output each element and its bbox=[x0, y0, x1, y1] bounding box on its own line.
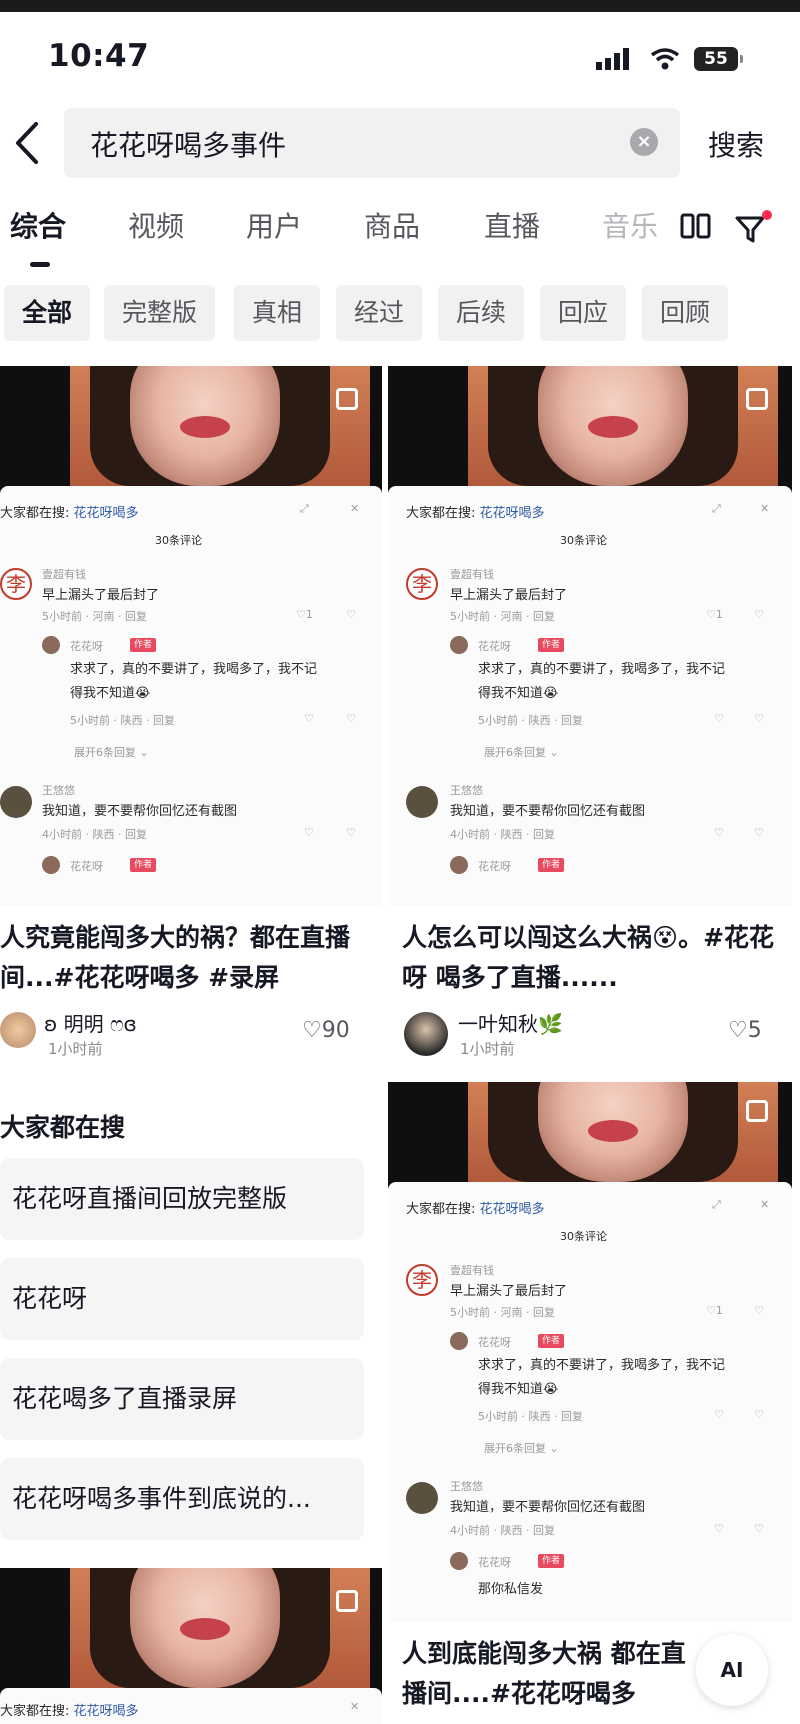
author-name[interactable]: 一叶知秋🌿 bbox=[458, 1008, 563, 1037]
filter-chips: 全部 完整版 真相 经过 后续 回应 回顾 bbox=[0, 285, 800, 341]
search-input[interactable]: 花花呀喝多事件 × bbox=[64, 108, 680, 178]
video-thumbnail: 大家都在搜: 花花呀喝多 ⤢ ✕ 30条评论 李 壹超有钱 早上漏头了最后封了 5… bbox=[0, 366, 382, 906]
video-thumbnail: 大家都在搜: 花花呀喝多 ✕ bbox=[0, 1568, 382, 1724]
suggestions-title: 大家都在搜 bbox=[0, 1113, 126, 1142]
chip-process[interactable]: 经过 bbox=[336, 285, 423, 341]
comment-screenshot: 大家都在搜: 花花呀喝多 ✕ bbox=[0, 1688, 382, 1724]
multi-image-icon bbox=[336, 388, 358, 410]
multi-image-icon bbox=[336, 1590, 358, 1612]
author-avatar[interactable] bbox=[404, 1012, 448, 1056]
ai-assistant-button[interactable]: AI bbox=[696, 1634, 768, 1706]
wifi-icon bbox=[650, 48, 680, 70]
video-thumbnail: 大家都在搜: 花花呀喝多 ⤢ ✕ 30条评论 李 壹超有钱 早上漏头了最后封了 5… bbox=[388, 1082, 792, 1622]
video-caption: 人究竟能闯多大的祸？都在直播间...#花花呀喝多 #录屏 bbox=[0, 923, 351, 992]
chip-full[interactable]: 完整版 bbox=[104, 285, 216, 341]
suggestion-item[interactable]: 花花呀直播间回放完整版 bbox=[0, 1158, 364, 1240]
suggestion-item[interactable]: 花花呀喝多事件到底说的... bbox=[0, 1458, 364, 1540]
video-thumbnail: 大家都在搜: 花花呀喝多 ⤢ ✕ 30条评论 李 壹超有钱 早上漏头了最后封了 5… bbox=[388, 366, 792, 906]
tab-live[interactable]: 直播 bbox=[484, 205, 540, 245]
like-count[interactable]: ♡5 bbox=[728, 1018, 762, 1043]
post-time: 1小时前 bbox=[460, 1040, 515, 1058]
video-card[interactable]: 大家都在搜: 花花呀喝多 ⤢ ✕ 30条评论 李 壹超有钱 早上漏头了最后封了 5… bbox=[388, 1082, 792, 1724]
multi-image-icon bbox=[746, 388, 768, 410]
like-count[interactable]: ♡90 bbox=[302, 1018, 350, 1043]
video-card[interactable]: 大家都在搜: 花花呀喝多 ⤢ ✕ 30条评论 李 壹超有钱 早上漏头了最后封了 5… bbox=[388, 366, 792, 1060]
tab-products[interactable]: 商品 bbox=[364, 205, 420, 245]
tab-music[interactable]: 音乐 bbox=[602, 205, 658, 245]
tab-underline bbox=[30, 262, 50, 267]
multi-image-icon bbox=[746, 1100, 768, 1122]
status-time: 10:47 bbox=[48, 38, 150, 74]
status-icons: 55 bbox=[596, 44, 743, 74]
suggestion-item[interactable]: 花花呀 bbox=[0, 1258, 364, 1340]
search-button[interactable]: 搜索 bbox=[708, 124, 764, 164]
video-card[interactable]: 大家都在搜: 花花呀喝多 ⤢ ✕ 30条评论 李 壹超有钱 早上漏头了最后封了 5… bbox=[0, 366, 382, 1060]
author-name[interactable]: ʚ 明明 ෆɞ bbox=[44, 1008, 137, 1037]
search-query: 花花呀喝多事件 bbox=[90, 129, 287, 162]
back-icon[interactable] bbox=[8, 118, 48, 168]
chip-response[interactable]: 回应 bbox=[540, 285, 627, 341]
layout-toggle-icon[interactable] bbox=[680, 212, 712, 242]
tab-all[interactable]: 综合 bbox=[10, 205, 66, 245]
tab-video[interactable]: 视频 bbox=[128, 205, 184, 245]
comment-screenshot: 大家都在搜: 花花呀喝多 ⤢ ✕ 30条评论 李 壹超有钱 早上漏头了最后封了 5… bbox=[0, 486, 382, 906]
video-caption: 人到底能闯多大祸 都在直播间....#花花呀喝多 bbox=[402, 1639, 686, 1708]
chip-followup[interactable]: 后续 bbox=[438, 285, 525, 341]
signal-icon bbox=[596, 48, 629, 70]
top-edge bbox=[0, 0, 800, 12]
battery-icon: 55 bbox=[694, 47, 743, 71]
chip-truth[interactable]: 真相 bbox=[234, 285, 321, 341]
video-caption: 人怎么可以闯这么大祸😵。#花花呀 喝多了直播...... bbox=[402, 923, 775, 992]
author-avatar[interactable] bbox=[0, 1012, 36, 1048]
tab-users[interactable]: 用户 bbox=[246, 205, 302, 245]
post-time: 1小时前 bbox=[48, 1040, 103, 1058]
suggestion-item[interactable]: 花花喝多了直播录屏 bbox=[0, 1358, 364, 1440]
chip-all[interactable]: 全部 bbox=[4, 285, 91, 341]
comment-screenshot: 大家都在搜: 花花呀喝多 ⤢ ✕ 30条评论 李 壹超有钱 早上漏头了最后封了 5… bbox=[388, 1182, 792, 1622]
chip-review[interactable]: 回顾 bbox=[642, 285, 729, 341]
video-card[interactable]: 大家都在搜: 花花呀喝多 ✕ bbox=[0, 1568, 382, 1724]
filter-icon[interactable] bbox=[734, 210, 774, 246]
clear-icon[interactable]: × bbox=[630, 128, 658, 156]
comment-screenshot: 大家都在搜: 花花呀喝多 ⤢ ✕ 30条评论 李 壹超有钱 早上漏头了最后封了 5… bbox=[388, 486, 792, 906]
